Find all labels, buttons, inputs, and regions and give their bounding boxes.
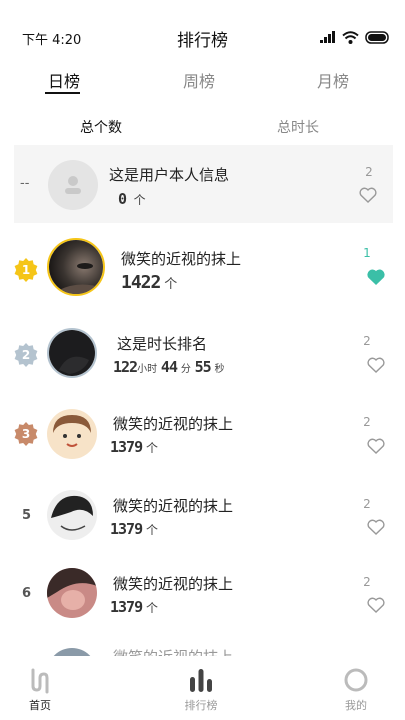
tab-total-count[interactable]: 总个数 (80, 117, 122, 137)
avatar[interactable] (47, 648, 97, 656)
my-name: 这是用户本人信息 (109, 166, 230, 184)
heart-filled-icon[interactable] (367, 269, 385, 285)
user-photo-image (49, 240, 103, 294)
user-count: 1379 个 (110, 438, 158, 456)
avatar[interactable] (47, 238, 105, 296)
heart-outline-icon[interactable] (367, 519, 385, 535)
user-name: 微笑的近视的抹上 (113, 575, 234, 593)
list-item[interactable]: 6 微笑的近视的抹上 1379 个 2 (0, 566, 405, 626)
tab-week[interactable]: 周榜 (183, 68, 215, 92)
battery-icon (365, 30, 389, 44)
my-rank: -- (20, 176, 30, 191)
user-photo-image (47, 490, 97, 540)
signal-icon (320, 31, 335, 43)
tab-day[interactable]: 日榜 (48, 68, 80, 92)
list-item[interactable]: 1 微笑的近视的抹上 1422 个 1 (0, 232, 405, 307)
my-count: 0 个 (118, 190, 146, 208)
user-photo-image (47, 568, 97, 618)
likes-count: 2 (363, 575, 371, 589)
avatar[interactable] (47, 490, 97, 540)
rank-number: 6 (22, 586, 32, 601)
user-count: 1379 个 (110, 520, 158, 538)
avatar[interactable] (47, 568, 97, 618)
likes-count: 1 (363, 246, 371, 260)
heart-outline-icon[interactable] (367, 438, 385, 454)
wifi-icon (342, 30, 359, 44)
user-name: 微笑的近视的抹上 (113, 415, 234, 433)
rank-number: 3 (21, 427, 31, 441)
gold-medal-icon: 1 (13, 257, 39, 283)
user-name: 微笑的近视的抹上 (113, 497, 234, 515)
nav-label: 排行榜 (184, 699, 218, 712)
status-bar: 下午 4:20 排行榜 (0, 0, 405, 51)
user-name: 微笑的近视的抹上 (113, 646, 233, 656)
heart-outline-icon[interactable] (367, 597, 385, 613)
heart-outline-icon[interactable] (359, 187, 377, 203)
profile-ring-icon (344, 668, 368, 692)
bar-chart-icon (190, 669, 212, 692)
rank-number: 1 (21, 263, 31, 277)
active-tab-indicator (45, 92, 80, 94)
list-item[interactable]: 3 微笑的近视的抹上 1379 个 2 (0, 405, 405, 465)
user-count: 1379 个 (110, 598, 158, 616)
list-item[interactable]: 2 这是时长排名 122小时 44 分 55 秒 2 (0, 322, 405, 392)
home-icon (31, 668, 49, 694)
avatar[interactable] (47, 409, 97, 459)
my-likes-count: 2 (365, 165, 373, 179)
cartoon-avatar-image (47, 409, 97, 459)
list-item[interactable]: 微笑的近视的抹上 (0, 644, 405, 656)
likes-count: 2 (363, 497, 371, 511)
nav-label: 我的 (345, 699, 367, 712)
user-name: 这是时长排名 (117, 335, 208, 353)
rank-number: 2 (21, 348, 31, 362)
rank-number: 5 (22, 508, 32, 523)
user-duration: 122小时 44 分 55 秒 (113, 358, 225, 376)
likes-count: 2 (363, 334, 371, 348)
status-icons (320, 29, 391, 45)
avatar (48, 160, 98, 210)
bottom-nav: 首页 排行榜 我的 (0, 656, 405, 720)
metric-tabs: 总个数 总时长 (0, 112, 405, 142)
bronze-medal-icon: 3 (13, 421, 39, 447)
likes-count: 2 (363, 415, 371, 429)
avatar[interactable] (47, 328, 97, 378)
user-count: 1422 个 (121, 272, 178, 293)
user-name: 微笑的近视的抹上 (121, 250, 242, 268)
nav-label: 首页 (29, 699, 51, 712)
my-rank-row[interactable]: -- 这是用户本人信息 0 个 2 (14, 145, 393, 223)
tab-total-duration[interactable]: 总时长 (277, 117, 319, 137)
user-photo-image (49, 330, 95, 376)
user-placeholder-icon (65, 176, 81, 194)
heart-outline-icon[interactable] (367, 357, 385, 373)
list-item[interactable]: 5 微笑的近视的抹上 1379 个 2 (0, 488, 405, 548)
tab-month[interactable]: 月榜 (317, 68, 349, 92)
silver-medal-icon: 2 (13, 342, 39, 368)
